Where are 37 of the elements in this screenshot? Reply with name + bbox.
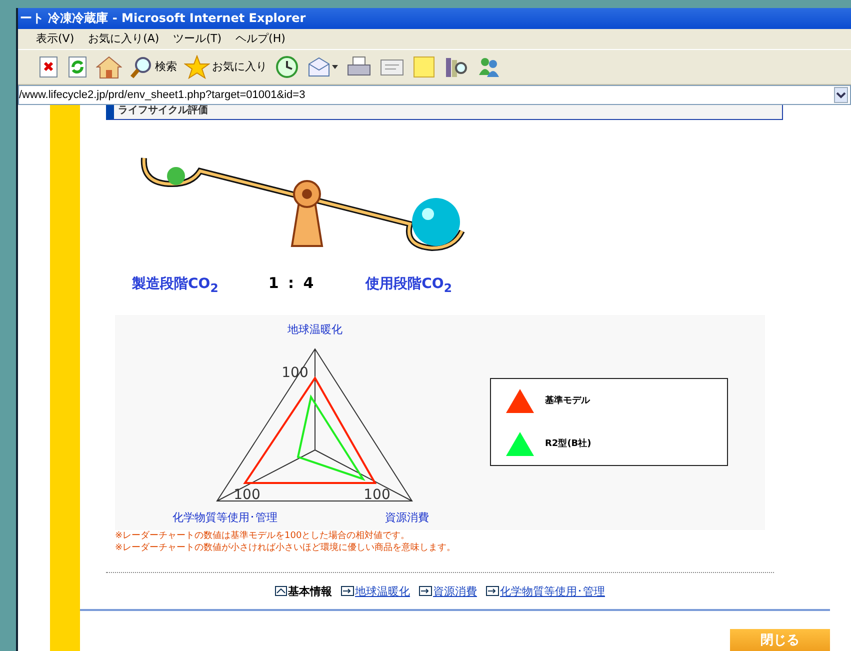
clock-icon[interactable] [274, 54, 300, 79]
toolbar-button[interactable]: お気に入り [184, 54, 267, 79]
scale-label: 100 [364, 487, 390, 504]
axis-label: 化学物質等使用･管理 [172, 511, 278, 524]
search-icon [129, 54, 153, 79]
menu-item[interactable]: ツール(T) [173, 31, 222, 46]
nav-link[interactable]: 化学物質等使用･管理 [486, 584, 605, 599]
menu-item[interactable]: ヘルプ(H) [236, 31, 286, 46]
scale-label: 100 [234, 487, 260, 504]
address-bar[interactable]: /www.lifecycle2.jp/prd/env_sheet1.php?target=01001&id=3 [18, 84, 851, 106]
star-icon [184, 54, 210, 79]
usage-co2-label: 使用段階CO$_{2}$ [366, 275, 452, 295]
dropdown-caret-icon[interactable] [834, 86, 848, 103]
legend-label: R2型(B社) [545, 437, 592, 450]
axis-label: 資源消費 [385, 511, 429, 524]
menu-item[interactable]: 表示(V) [36, 31, 74, 46]
refresh-icon[interactable] [67, 56, 89, 78]
nav-link[interactable]: 地球温暖化 [341, 584, 410, 599]
ratio-text: 1 : 4 [268, 274, 316, 292]
footnote: ※レーダーチャートの数値が小さければ小さいほど環境に優しい商品を意味します。 [115, 542, 457, 554]
footnote: ※レーダーチャートの数値は基準モデルを100とした場合の相対値です。 [115, 530, 411, 542]
address-url: /www.lifecycle2.jp/prd/env_sheet1.php?target=01001&id=3 [19, 88, 306, 101]
legend-label: 基準モデル [545, 394, 590, 408]
link-arrow-icon [419, 586, 432, 596]
link-arrow-icon [486, 586, 499, 596]
page-icon [275, 586, 287, 596]
stop-icon[interactable] [38, 56, 60, 78]
envelope-icon[interactable] [307, 56, 339, 78]
home-icon[interactable] [96, 54, 122, 79]
axis-label: 地球温暖化 [288, 323, 342, 336]
link-arrow-icon [341, 586, 354, 596]
menu-item[interactable]: お気に入り(A) [88, 31, 160, 46]
nav-link[interactable]: 資源消費 [419, 584, 477, 599]
nav-current: 基本情報 [275, 584, 332, 599]
toolbar-button[interactable]: 検索 [129, 54, 177, 79]
window-title: ート 冷凍冷蔵庫 - Microsoft Internet Explorer [19, 10, 306, 27]
manufacturing-co2-label: 製造段階CO$_{2}$ [132, 275, 218, 295]
